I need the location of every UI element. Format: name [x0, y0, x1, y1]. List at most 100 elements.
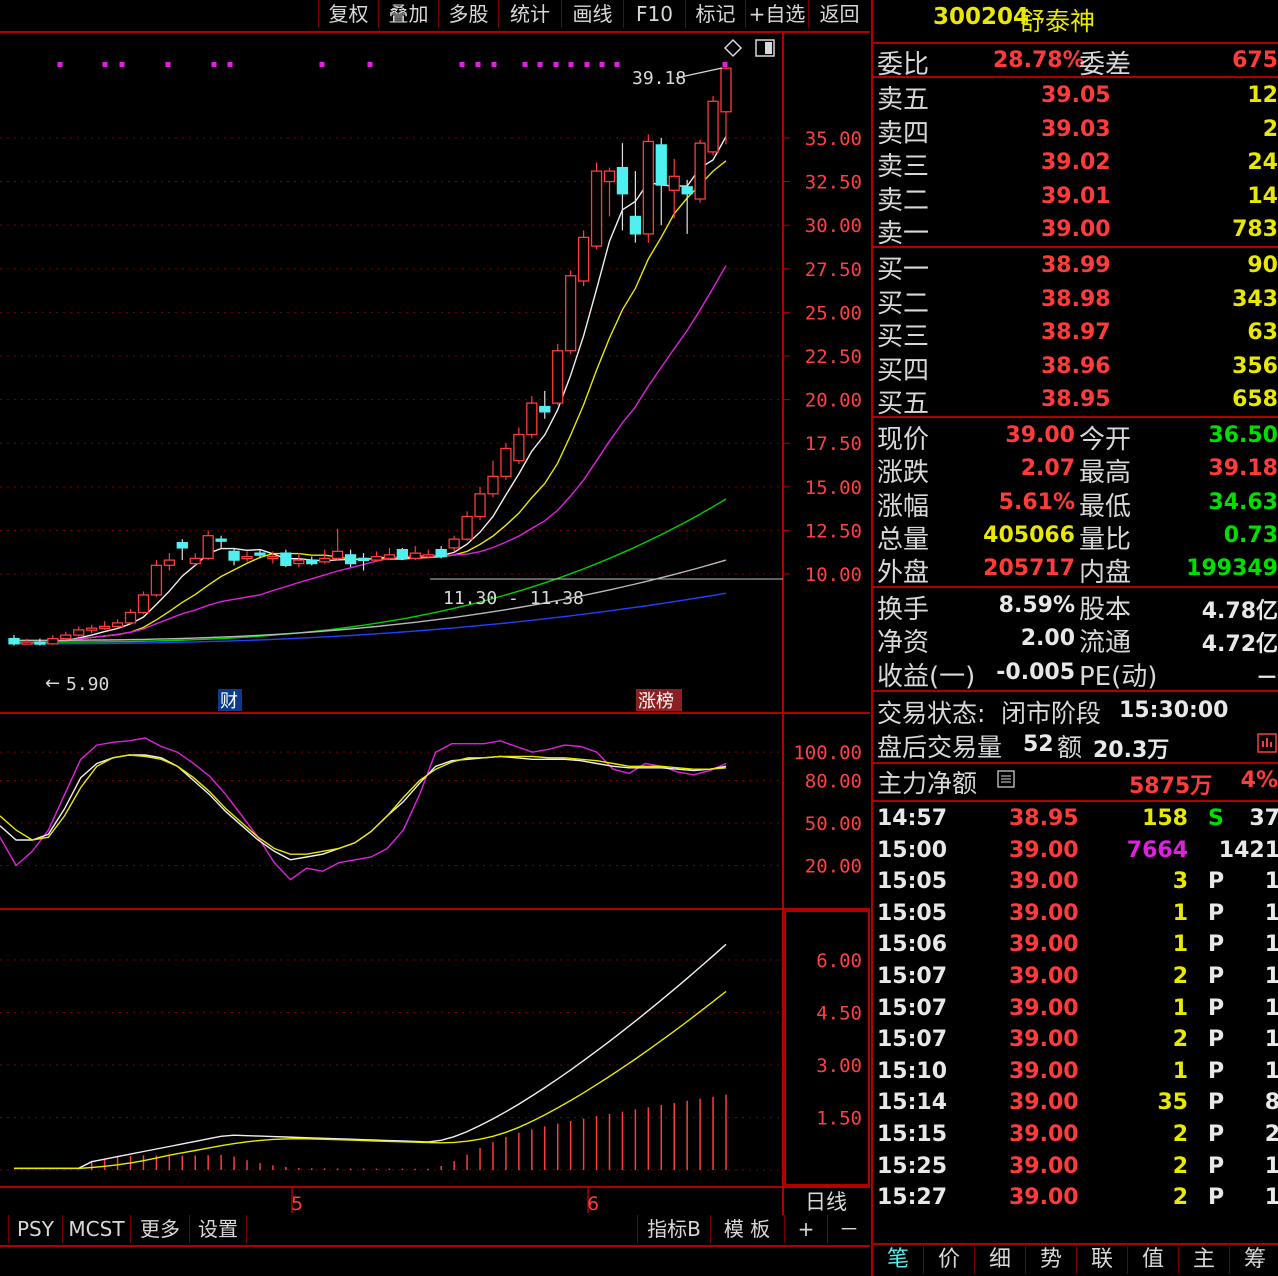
candle[interactable] — [137, 594, 150, 614]
buy-order-volume: 343 — [1232, 286, 1278, 312]
candle[interactable] — [254, 552, 266, 556]
candle[interactable] — [487, 475, 499, 495]
candle[interactable] — [111, 622, 124, 628]
candle[interactable] — [590, 170, 603, 247]
candle[interactable] — [319, 557, 331, 563]
candle[interactable] — [474, 493, 486, 518]
candle[interactable] — [707, 100, 719, 153]
candle[interactable] — [642, 140, 654, 235]
after-hours-amount: 20.3万 — [1093, 738, 1170, 763]
candle[interactable] — [422, 554, 434, 558]
panel-tab[interactable]: 联 — [1077, 1246, 1128, 1274]
candle[interactable] — [513, 433, 525, 462]
candle[interactable] — [357, 557, 370, 562]
zoom-in-button[interactable]: + — [784, 1215, 827, 1243]
candle[interactable] — [681, 186, 693, 195]
candle[interactable] — [86, 627, 98, 631]
candle[interactable] — [98, 625, 111, 630]
candle[interactable] — [370, 555, 383, 561]
chart-icon[interactable] — [1257, 733, 1277, 753]
candle[interactable] — [8, 637, 20, 645]
candle[interactable] — [396, 548, 409, 560]
candle[interactable] — [655, 144, 667, 186]
toolbar-draw-button[interactable]: 画线 — [561, 0, 623, 28]
candle[interactable] — [500, 447, 512, 478]
candle[interactable] — [720, 67, 732, 113]
panel-tab[interactable]: 筹 — [1230, 1246, 1278, 1274]
candle[interactable] — [577, 236, 590, 282]
tick-time: 15:05 — [877, 869, 948, 895]
panel-tab[interactable]: 主 — [1179, 1246, 1230, 1274]
candle[interactable] — [280, 552, 292, 566]
candle[interactable] — [331, 550, 344, 560]
candle[interactable] — [73, 629, 85, 636]
candle[interactable] — [267, 555, 279, 560]
candle[interactable] — [47, 637, 59, 645]
candle[interactable] — [552, 350, 564, 404]
candle[interactable] — [629, 215, 642, 235]
quote-value: 405066 — [983, 522, 1075, 548]
candle[interactable] — [60, 634, 72, 640]
panel-tab[interactable]: 笔 — [873, 1246, 924, 1274]
tab-mcst[interactable]: MCST — [63, 1215, 131, 1243]
candle[interactable] — [202, 535, 214, 560]
candle[interactable] — [124, 611, 137, 624]
tick-row: 15:15 39.00 2 P 2 — [873, 1122, 1278, 1153]
candle[interactable] — [435, 548, 447, 558]
candle[interactable] — [176, 542, 188, 549]
zoom-out-button[interactable]: － — [827, 1215, 870, 1243]
candle[interactable] — [163, 559, 175, 566]
candle[interactable] — [228, 550, 240, 561]
list-icon[interactable] — [997, 770, 1015, 788]
tab-psy[interactable]: PSY — [9, 1215, 63, 1243]
tab-settings[interactable]: 设置 — [190, 1215, 247, 1243]
period-label[interactable]: 日线 — [805, 1190, 847, 1214]
tick-price: 39.00 — [1009, 1090, 1079, 1116]
candle[interactable] — [21, 641, 33, 645]
indicator-bar: PSY MCST 更多 设置 指标B 模 板 + － — [0, 1215, 870, 1247]
diamond-icon[interactable] — [723, 38, 743, 58]
candle[interactable] — [150, 564, 163, 596]
tick-volume: 1 — [1172, 1058, 1188, 1084]
candle[interactable] — [694, 142, 706, 200]
candle[interactable] — [34, 641, 46, 645]
candle[interactable] — [668, 175, 680, 191]
candle[interactable] — [215, 538, 227, 542]
candle[interactable] — [241, 555, 253, 560]
toolbar-stats-button[interactable]: 统计 — [498, 0, 561, 28]
candle[interactable] — [344, 554, 357, 565]
candle[interactable] — [603, 170, 616, 183]
candle[interactable] — [409, 552, 421, 560]
candle[interactable] — [448, 538, 460, 549]
panel-tab[interactable]: 细 — [975, 1246, 1026, 1274]
toolbar-add-watchlist-button[interactable]: +自选 — [745, 0, 808, 28]
candle[interactable] — [526, 402, 538, 436]
candle[interactable] — [189, 557, 201, 565]
panel-tab[interactable]: 值 — [1128, 1246, 1179, 1274]
toolbar-fuquan-button[interactable]: 复权 — [318, 0, 378, 28]
candle[interactable] — [383, 554, 396, 560]
tick-price: 39.00 — [1009, 1058, 1079, 1084]
top-list-tag-label: 涨榜 — [638, 691, 674, 712]
chart-area[interactable]: 35.00 32.50 30.00 27.50 25.00 22.50 20.00 17.50… — [0, 30, 870, 1215]
tick-price: 39.00 — [1009, 869, 1079, 895]
signal-dot — [367, 62, 373, 67]
toolbar-mark-button[interactable]: 标记 — [685, 0, 745, 28]
candle[interactable] — [539, 405, 551, 413]
tab-more[interactable]: 更多 — [131, 1215, 190, 1243]
tick-row: 15:05 39.00 3 P 1 — [873, 869, 1278, 900]
candle[interactable] — [461, 515, 473, 540]
panel-tab[interactable]: 价 — [924, 1246, 975, 1274]
panel-tab[interactable]: 势 — [1026, 1246, 1077, 1274]
candle[interactable] — [616, 166, 629, 195]
candle[interactable] — [293, 559, 305, 565]
toolbar-f10-button[interactable]: F10 — [623, 0, 685, 28]
toolbar-back-button[interactable]: 返回 — [808, 0, 870, 28]
toolbar-multi-stock-button[interactable]: 多股 — [438, 0, 498, 28]
indicator-b-button[interactable]: 指标B — [637, 1215, 710, 1243]
template-button[interactable]: 模 板 — [710, 1215, 783, 1243]
candle[interactable] — [565, 275, 577, 352]
price-tick-label: 30.00 — [805, 215, 862, 237]
toolbar-overlay-button[interactable]: 叠加 — [378, 0, 438, 28]
candle[interactable] — [306, 559, 318, 565]
